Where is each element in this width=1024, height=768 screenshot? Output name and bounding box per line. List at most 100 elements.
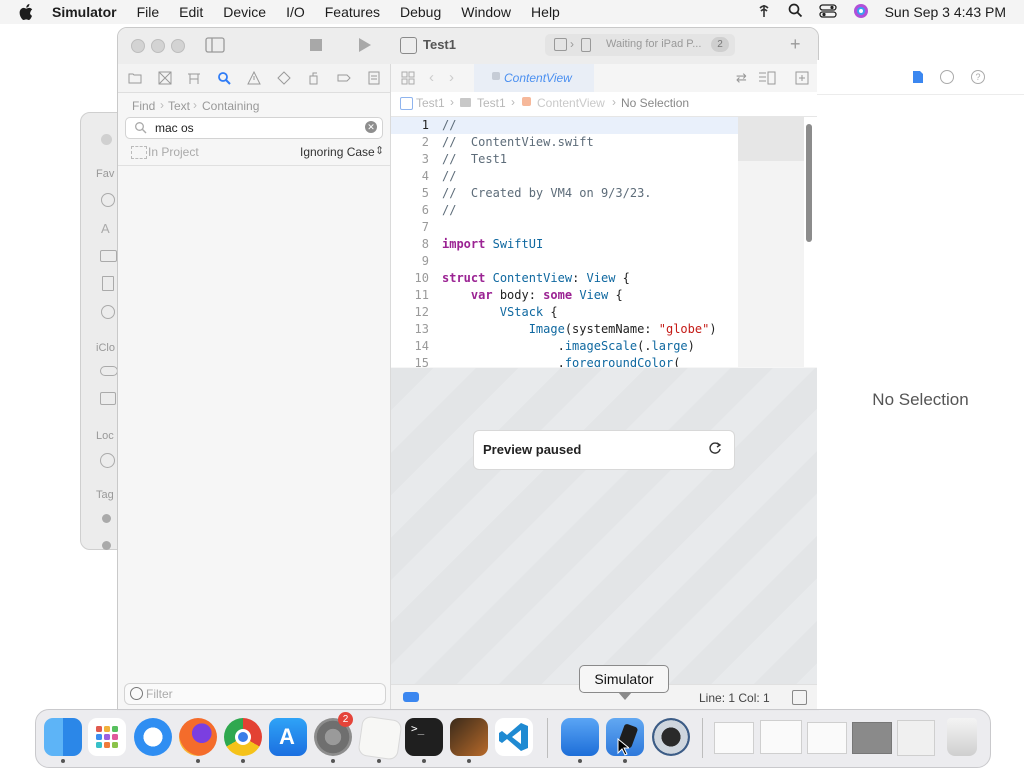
documents-icon[interactable] — [102, 276, 114, 291]
debug-navigator-spray-icon[interactable] — [307, 71, 321, 85]
activity-view[interactable]: › Waiting for iPad P... 2 — [545, 34, 735, 56]
code-line[interactable]: 13 Image(systemName: "globe") — [391, 321, 738, 338]
code-line[interactable]: 3// Test1 — [391, 151, 738, 168]
minimize-window-button[interactable] — [151, 39, 165, 53]
clear-search-icon[interactable]: ✕ — [365, 121, 377, 133]
zoom-window-button[interactable] — [171, 39, 185, 53]
network-icon[interactable] — [100, 453, 115, 468]
close-window-button[interactable] — [131, 39, 145, 53]
jumpbar-group[interactable]: Test1 — [477, 96, 506, 110]
textedit-icon[interactable] — [357, 715, 403, 761]
code-line[interactable]: 2// ContentView.swift — [391, 134, 738, 151]
jumpbar-selection[interactable]: No Selection — [621, 96, 689, 110]
airdrop-status-icon[interactable] — [756, 3, 772, 22]
terminal-icon[interactable]: >_ — [405, 718, 443, 756]
preview-pin-icon[interactable] — [403, 692, 419, 702]
file-inspector-icon[interactable] — [912, 70, 924, 89]
code-line[interactable]: 8 import SwiftUI — [391, 236, 738, 253]
code-line[interactable]: 6// — [391, 202, 738, 219]
firefox-icon[interactable] — [179, 718, 217, 756]
source-control-navigator-icon[interactable] — [158, 71, 172, 85]
recents-icon[interactable] — [101, 193, 115, 207]
tag-dot-icon[interactable] — [102, 514, 111, 523]
toggle-debug-area-icon[interactable] — [792, 690, 807, 705]
tag-dot-icon[interactable] — [102, 541, 111, 550]
minimap-visible-region[interactable] — [738, 117, 804, 161]
resume-preview-icon[interactable] — [708, 441, 722, 458]
symbol-navigator-icon[interactable] — [187, 71, 201, 85]
find-navigator-magnifier-icon[interactable] — [217, 71, 231, 85]
find-mode-action[interactable]: Find — [132, 99, 155, 113]
menu-features[interactable]: Features — [325, 4, 380, 20]
siri-icon[interactable] — [853, 3, 869, 22]
quick-help-icon[interactable]: ? — [971, 70, 985, 84]
jumpbar-file[interactable]: ContentView — [537, 96, 605, 110]
applications-icon[interactable]: A — [101, 221, 110, 236]
editor-options-icon[interactable] — [758, 71, 776, 90]
code-line[interactable]: 1// — [391, 117, 738, 134]
menu-device[interactable]: Device — [223, 4, 266, 20]
add-icon[interactable]: + — [790, 34, 801, 55]
quicktime-icon[interactable] — [652, 718, 690, 756]
app-store-icon[interactable]: A — [269, 718, 307, 756]
find-scope[interactable]: In Project — [148, 145, 199, 159]
report-navigator-icon[interactable] — [367, 71, 381, 85]
stop-button[interactable] — [310, 39, 322, 51]
chrome-icon[interactable] — [224, 718, 262, 756]
finder-icon[interactable] — [44, 718, 82, 756]
code-line[interactable]: 5// Created by VM4 on 9/3/23. — [391, 185, 738, 202]
find-mode-type[interactable]: Text — [168, 99, 190, 113]
tab-contentview[interactable]: ContentView — [474, 64, 594, 92]
instruments-icon[interactable] — [450, 718, 488, 756]
code-line[interactable]: 14 .imageScale(.large) — [391, 338, 738, 355]
control-center-icon[interactable] — [818, 3, 837, 21]
menu-file[interactable]: File — [137, 4, 160, 20]
scheme-name[interactable]: Test1 — [423, 37, 456, 52]
xcode-icon[interactable] — [561, 718, 599, 756]
apple-menu-icon[interactable] — [17, 2, 37, 22]
code-line[interactable]: 7 — [391, 219, 738, 236]
find-search-field[interactable]: mac os ✕ — [125, 117, 383, 139]
code-line[interactable]: 12 VStack { — [391, 304, 738, 321]
navigate-forward-icon[interactable]: › — [449, 69, 454, 86]
history-inspector-icon[interactable] — [940, 70, 954, 84]
minimized-window-thumbnail[interactable] — [760, 720, 802, 754]
code-line[interactable]: 9 — [391, 253, 738, 270]
menu-app-name[interactable]: Simulator — [52, 4, 117, 20]
spotlight-search-icon[interactable] — [788, 3, 803, 21]
refresh-canvas-icon[interactable]: ⇄ — [736, 70, 747, 86]
minimized-window-thumbnail[interactable] — [807, 722, 847, 754]
launchpad-icon[interactable] — [88, 718, 126, 756]
menu-io[interactable]: I/O — [286, 4, 305, 20]
issue-count-badge[interactable]: 2 — [711, 37, 729, 52]
minimized-window-thumbnail[interactable] — [714, 722, 754, 754]
desktop-icon[interactable] — [100, 250, 117, 262]
minimap[interactable] — [738, 117, 804, 367]
minimized-window-thumbnail[interactable] — [852, 722, 892, 754]
shared-folder-icon[interactable] — [100, 392, 116, 405]
jumpbar-project[interactable]: Test1 — [416, 96, 445, 110]
editor-scrollbar[interactable] — [806, 124, 812, 242]
code-line[interactable]: 15 .foregroundColor( — [391, 355, 738, 367]
match-mode-popup[interactable]: Ignoring Case — [300, 145, 375, 159]
menu-window[interactable]: Window — [461, 4, 511, 20]
navigate-back-icon[interactable]: ‹ — [429, 69, 434, 86]
finder-close-button[interactable] — [101, 134, 112, 145]
project-navigator-folder-icon[interactable] — [128, 71, 142, 85]
menu-debug[interactable]: Debug — [400, 4, 441, 20]
search-query[interactable]: mac os — [155, 121, 194, 135]
issue-navigator-warning-icon[interactable] — [247, 70, 261, 85]
find-mode-match[interactable]: Containing — [202, 99, 259, 113]
vscode-icon[interactable] — [495, 718, 533, 756]
safari-icon[interactable] — [134, 718, 172, 756]
run-button[interactable] — [358, 37, 372, 58]
code-line[interactable]: 4// — [391, 168, 738, 185]
test-navigator-diamond-icon[interactable] — [277, 71, 291, 85]
icloud-drive-icon[interactable] — [100, 366, 118, 376]
preview-paused-card[interactable]: Preview paused — [473, 430, 735, 470]
minimized-window-thumbnail[interactable] — [897, 720, 935, 756]
navigator-filter-field[interactable]: Filter — [124, 683, 386, 705]
code-line[interactable]: 11 var body: some View { — [391, 287, 738, 304]
code-line[interactable]: 10 struct ContentView: View { — [391, 270, 738, 287]
add-editor-icon[interactable] — [795, 71, 809, 90]
